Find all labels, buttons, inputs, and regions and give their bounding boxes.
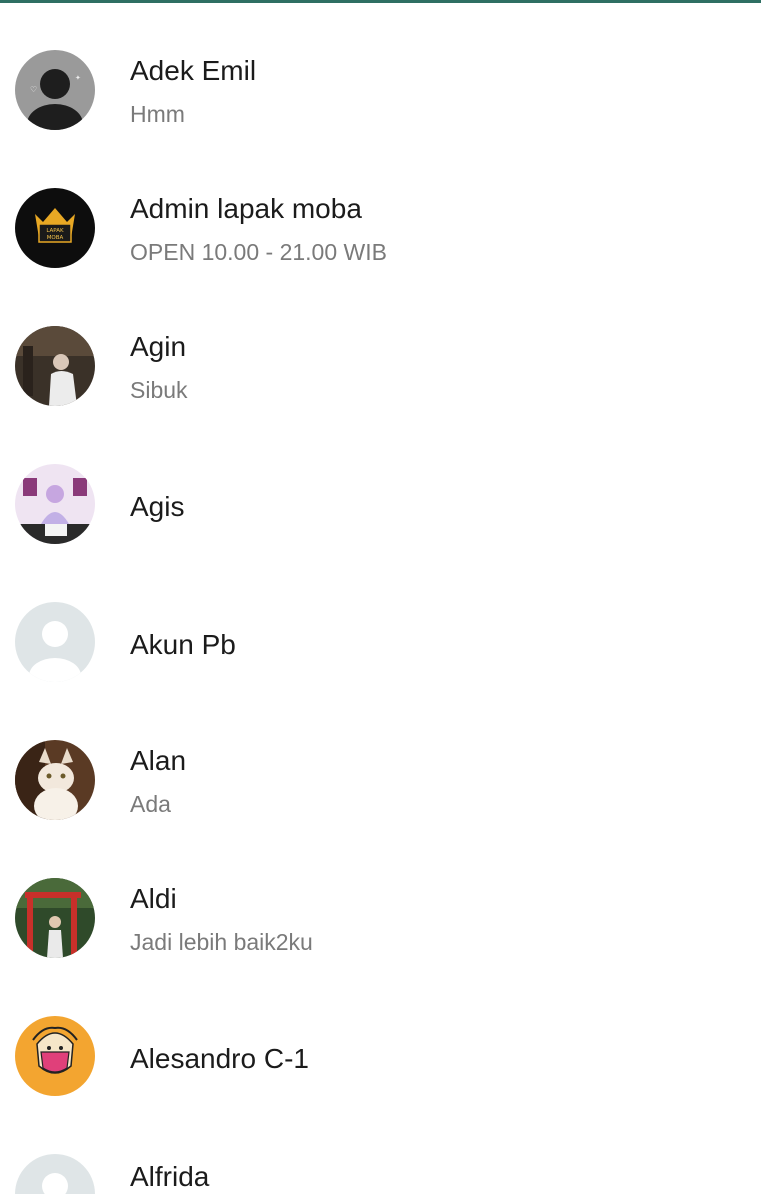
illustration-avatar-icon[interactable] bbox=[15, 1016, 95, 1096]
contact-status: Sibuk bbox=[130, 377, 188, 403]
contact-name: Adek Emil bbox=[130, 55, 257, 86]
contact-list[interactable]: ♡ ✦ Adek Emil Hmm LAPAK MOBA Admin lapak… bbox=[0, 0, 761, 1194]
contact-name: Agis bbox=[130, 491, 185, 522]
svg-text:✦: ✦ bbox=[75, 74, 81, 82]
lapak-moba-logo-icon[interactable]: LAPAK MOBA bbox=[15, 188, 95, 268]
contact-status: Ada bbox=[130, 791, 171, 817]
default-person-avatar-icon[interactable] bbox=[15, 1154, 95, 1194]
contact-row-admin-lapak-moba[interactable]: LAPAK MOBA Admin lapak moba OPEN 10.00 -… bbox=[0, 138, 761, 276]
contact-name: Agin bbox=[130, 331, 187, 362]
contact-row-aldi[interactable]: Aldi Jadi lebih baik2ku bbox=[0, 828, 761, 966]
contact-row-alan[interactable]: Alan Ada bbox=[0, 690, 761, 828]
svg-text:MOBA: MOBA bbox=[47, 235, 64, 241]
contact-row-agis[interactable]: Agis bbox=[0, 414, 761, 552]
photo-avatar-icon[interactable] bbox=[15, 878, 95, 958]
contact-row-akun-pb[interactable]: Akun Pb bbox=[0, 552, 761, 690]
contact-status: Hmm bbox=[130, 101, 185, 127]
contact-status: OPEN 10.00 - 21.00 WIB bbox=[130, 239, 387, 265]
contact-row-adek-emil[interactable]: ♡ ✦ Adek Emil Hmm bbox=[0, 0, 761, 138]
dark-silhouette-avatar-icon[interactable]: ♡ ✦ bbox=[15, 50, 95, 130]
photo-avatar-icon[interactable] bbox=[15, 326, 95, 406]
contact-status: Jadi lebih baik2ku bbox=[130, 929, 313, 955]
cat-photo-avatar-icon[interactable] bbox=[15, 740, 95, 820]
contact-name: Admin lapak moba bbox=[130, 193, 362, 224]
logo-text: LAPAK bbox=[46, 228, 64, 234]
photo-avatar-icon[interactable] bbox=[15, 464, 95, 544]
contact-row-alesandro-c-1[interactable]: Alesandro C-1 bbox=[0, 966, 761, 1104]
default-person-avatar-icon[interactable] bbox=[15, 602, 95, 682]
svg-text:♡: ♡ bbox=[30, 85, 37, 94]
contact-row-alfrida[interactable]: Alfrida bbox=[0, 1104, 761, 1194]
contact-name: Alan bbox=[130, 745, 187, 776]
contact-row-agin[interactable]: Agin Sibuk bbox=[0, 276, 761, 414]
contact-name: Akun Pb bbox=[130, 629, 236, 660]
contact-name: Aldi bbox=[130, 883, 177, 914]
contact-name: Alfrida bbox=[130, 1161, 210, 1192]
contact-name: Alesandro C-1 bbox=[130, 1043, 309, 1074]
